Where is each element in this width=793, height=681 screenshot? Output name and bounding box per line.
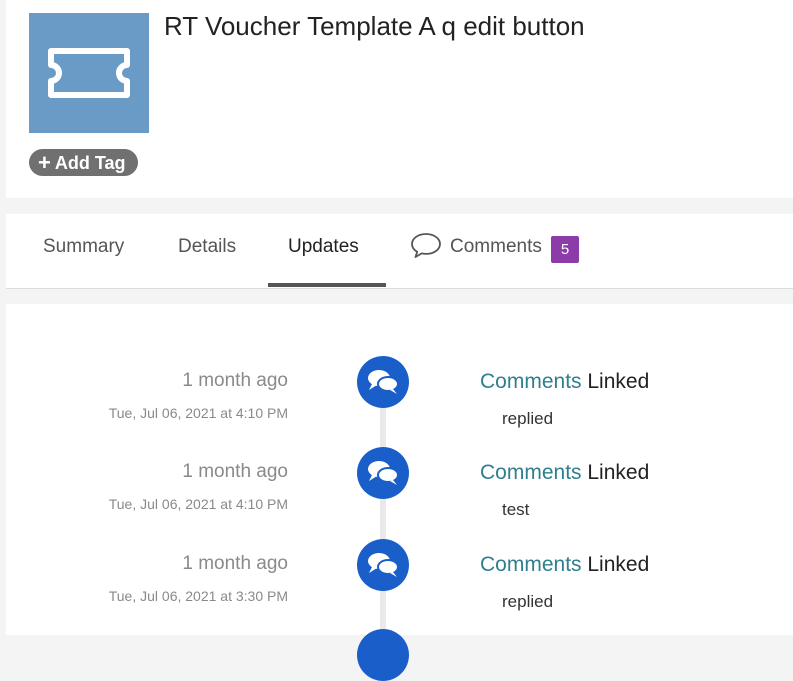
add-tag-label: Add Tag (54, 153, 126, 173)
chat-bubbles-icon (357, 356, 409, 408)
timestamp: Tue, Jul 06, 2021 at 4:10 PM (108, 405, 288, 421)
comments-link[interactable]: Comments (480, 553, 582, 576)
record-thumbnail (29, 13, 149, 133)
tab-summary[interactable]: Summary (43, 214, 124, 286)
comments-link[interactable]: Comments (480, 370, 582, 393)
update-title: Comments Linked (480, 461, 649, 485)
update-title: Comments Linked (480, 370, 649, 394)
ticket-icon (48, 48, 130, 98)
tab-comments-label: Comments (450, 236, 542, 257)
active-tab-indicator (268, 283, 386, 287)
update-body: test (502, 500, 530, 519)
relative-time: 1 month ago (182, 553, 288, 574)
update-action: Linked (581, 370, 650, 393)
tab-updates[interactable]: Updates (288, 214, 359, 286)
page-title: RT Voucher Template A q edit button (164, 11, 585, 41)
tab-bar: Summary Details Updates Comments 5 (6, 214, 793, 289)
plus-icon: + (38, 150, 51, 175)
tab-details[interactable]: Details (178, 214, 236, 286)
update-action: Linked (581, 461, 650, 484)
comments-count-badge: 5 (551, 236, 579, 263)
relative-time: 1 month ago (182, 461, 288, 482)
update-action: Linked (581, 553, 650, 576)
add-tag-button[interactable]: + Add Tag (29, 149, 138, 176)
update-entry: 1 month ago Tue, Jul 06, 2021 at 4:10 PM… (0, 447, 793, 551)
chat-bubbles-icon (357, 447, 409, 499)
update-entry: 1 month ago Tue, Jul 06, 2021 at 3:30 PM… (0, 539, 793, 643)
chat-bubbles-icon (357, 629, 409, 681)
comments-link[interactable]: Comments (480, 461, 582, 484)
timestamp: Tue, Jul 06, 2021 at 4:10 PM (108, 496, 288, 512)
chat-bubbles-icon (357, 539, 409, 591)
update-body: replied (502, 409, 554, 428)
update-body: replied (502, 592, 554, 611)
relative-time: 1 month ago (182, 370, 288, 391)
timestamp: Tue, Jul 06, 2021 at 3:30 PM (108, 588, 288, 604)
speech-bubble-icon (411, 233, 441, 258)
update-title: Comments Linked (480, 553, 649, 577)
